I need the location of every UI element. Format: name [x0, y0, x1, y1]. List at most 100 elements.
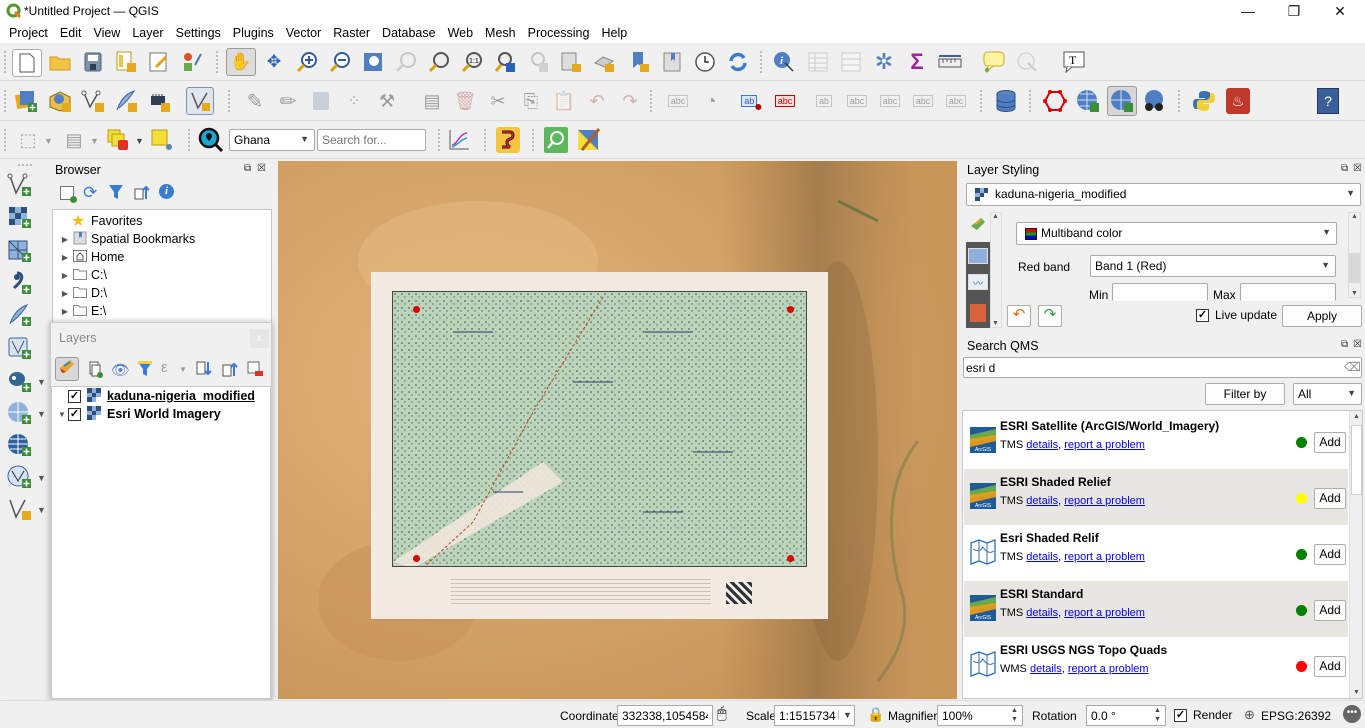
toolbar-grip[interactable]	[18, 164, 32, 167]
apply-button[interactable]: Apply	[1282, 305, 1362, 327]
clear-search-icon[interactable]: ⌫	[1344, 360, 1361, 374]
data-source-manager-icon[interactable]	[14, 89, 38, 113]
browser-item-spatial-bookmarks[interactable]: ▶ Spatial Bookmarks	[59, 230, 195, 248]
expand-arrow-icon[interactable]: ▶	[59, 271, 71, 280]
menu-settings[interactable]: Settings	[170, 26, 227, 40]
max-input[interactable]	[1240, 283, 1336, 301]
refresh-icon[interactable]	[726, 50, 750, 74]
metasearch-icon[interactable]	[1143, 89, 1167, 113]
menu-web[interactable]: Web	[442, 26, 479, 40]
add-mesh-layer-icon[interactable]	[6, 238, 34, 264]
vertex-tool-icon[interactable]: ⚒	[375, 89, 399, 113]
text-annotation-icon[interactable]: T	[1062, 50, 1086, 74]
coordinate-field[interactable]	[617, 705, 713, 726]
add-raster-layer-icon[interactable]	[6, 204, 34, 230]
toolbar-grip[interactable]	[532, 129, 535, 151]
redo-icon[interactable]: ↷	[618, 89, 642, 113]
modify-attributes-icon[interactable]: ▤	[420, 89, 444, 113]
zoom-to-selection-icon[interactable]	[394, 50, 418, 74]
layer-diagram-options-icon[interactable]: ◔	[699, 89, 723, 113]
save-project-icon[interactable]	[81, 50, 105, 74]
messages-icon[interactable]: •••	[1343, 705, 1361, 723]
select-features-icon[interactable]: ⬚	[16, 128, 40, 152]
details-link[interactable]: details	[1026, 439, 1058, 451]
temporal-controller-icon[interactable]	[693, 50, 717, 74]
qms-search-input[interactable]	[963, 357, 1362, 378]
menu-mesh[interactable]: Mesh	[479, 26, 522, 40]
toolbar-grip[interactable]	[4, 51, 7, 73]
live-update-toggle[interactable]: ✓ Live update	[1196, 308, 1277, 322]
new-temporary-scratch-layer-icon[interactable]	[186, 87, 214, 115]
menu-raster[interactable]: Raster	[327, 26, 376, 40]
add-spatialite-layer-icon[interactable]	[6, 302, 34, 328]
show-hide-labels-icon[interactable]: abc	[845, 89, 869, 113]
details-link[interactable]: details	[1026, 495, 1058, 507]
zoom-to-layer-icon[interactable]	[427, 50, 451, 74]
identify-features-icon[interactable]: i	[772, 50, 796, 74]
layer-styling-float-button[interactable]: ⧉	[1341, 163, 1348, 174]
heatmap-plugin-icon[interactable]: ♨	[1226, 88, 1250, 114]
render-toggle[interactable]: ✓ Render	[1174, 708, 1232, 722]
rotation-spinbox[interactable]: 0.0 ° ▲ ▼	[1086, 705, 1166, 726]
add-service-button[interactable]: Add	[1314, 656, 1346, 677]
gcp-point[interactable]	[413, 555, 420, 562]
paste-features-icon[interactable]: 📋	[552, 89, 576, 113]
qms-result-item[interactable]: ArcGIS ESRI Shaded Relief TMS details, r…	[964, 469, 1348, 525]
zoom-full-icon[interactable]	[361, 50, 385, 74]
zoom-in-icon[interactable]	[295, 50, 319, 74]
qms-result-item[interactable]: ESRI USGS NGS Topo Quads WMS details, re…	[964, 637, 1348, 693]
report-problem-link[interactable]: report a problem	[1064, 551, 1145, 563]
collapse-arrow-icon[interactable]: ▼	[56, 410, 68, 419]
rendering-tab-icon[interactable]	[970, 304, 986, 322]
toolbar-grip[interactable]	[1029, 90, 1032, 112]
histogram-tab-icon[interactable]: 〰	[968, 274, 988, 290]
toolbar-grip[interactable]	[1178, 90, 1181, 112]
new-virtual-layer-icon[interactable]	[147, 89, 171, 113]
vector-tile-dropdown-arrow[interactable]: ▼	[37, 505, 46, 515]
transparency-tab-icon[interactable]	[968, 248, 988, 264]
filter-legend-icon[interactable]	[137, 361, 153, 380]
gcp-point[interactable]	[787, 555, 794, 562]
filter-expression-dropdown-arrow[interactable]: ▼	[179, 365, 187, 374]
select-by-location-icon[interactable]	[150, 128, 174, 152]
add-virtual-layer-icon[interactable]	[6, 335, 34, 361]
map-tips-icon[interactable]	[982, 50, 1006, 74]
move-label-icon[interactable]: abc	[878, 89, 902, 113]
pin-unpin-labels-icon[interactable]: ab	[812, 89, 836, 113]
toolbar-grip[interactable]	[4, 129, 7, 151]
change-label-icon[interactable]: abc	[944, 89, 968, 113]
search-qms-icon[interactable]	[1107, 86, 1137, 116]
python-console-icon[interactable]	[1192, 89, 1216, 113]
layer-item-kaduna-nigeria-modified[interactable]: ✓ kaduna-nigeria_modified	[56, 387, 255, 405]
expand-arrow-icon[interactable]: ▶	[59, 235, 71, 244]
redo-style-button[interactable]: ↷	[1038, 305, 1062, 327]
pan-map-icon[interactable]: ✋	[226, 48, 256, 76]
add-xyz-layer-icon[interactable]	[6, 432, 34, 458]
close-window-button[interactable]: ✕	[1317, 0, 1363, 22]
help-contents-icon[interactable]: ?	[1317, 88, 1339, 114]
toolbar-grip[interactable]	[216, 51, 219, 73]
browser-item-drive-e[interactable]: ▶ E:\	[59, 302, 106, 320]
qms-result-item[interactable]: Esri Shaded Relif TMS details, report a …	[964, 525, 1348, 581]
map-swipe-plugin-icon[interactable]	[577, 127, 601, 153]
wms-dropdown-arrow[interactable]: ▼	[37, 409, 46, 419]
add-point-feature-icon[interactable]: ⁘	[342, 89, 366, 113]
georeferencer-icon[interactable]	[1043, 89, 1067, 113]
toolbar-grip[interactable]	[188, 129, 191, 151]
manage-map-themes-icon[interactable]: 👁	[111, 361, 130, 379]
style-manager-icon[interactable]	[180, 50, 204, 74]
select-by-value-dropdown-arrow[interactable]: ▼	[90, 136, 99, 146]
layer-visibility-checkbox[interactable]: ✓	[68, 389, 81, 403]
copy-features-icon[interactable]: ⎘	[519, 89, 543, 113]
details-link[interactable]: details	[1030, 663, 1062, 675]
expand-all-icon[interactable]	[196, 361, 212, 380]
menu-vector[interactable]: Vector	[280, 26, 327, 40]
new-shapefile-layer-icon[interactable]	[81, 89, 105, 113]
layer-item-esri-world-imagery[interactable]: ▼ ✓ Esri World Imagery	[56, 405, 221, 423]
browser-item-favorites[interactable]: ★ Favorites	[59, 212, 142, 230]
magnifier-spinbox[interactable]: 100% ▲ ▼	[937, 705, 1023, 726]
crs-button[interactable]: EPSG:26392	[1261, 709, 1331, 723]
locator-search-input[interactable]	[317, 129, 426, 151]
toolbar-grip[interactable]	[980, 90, 983, 112]
min-input[interactable]	[1112, 283, 1208, 301]
